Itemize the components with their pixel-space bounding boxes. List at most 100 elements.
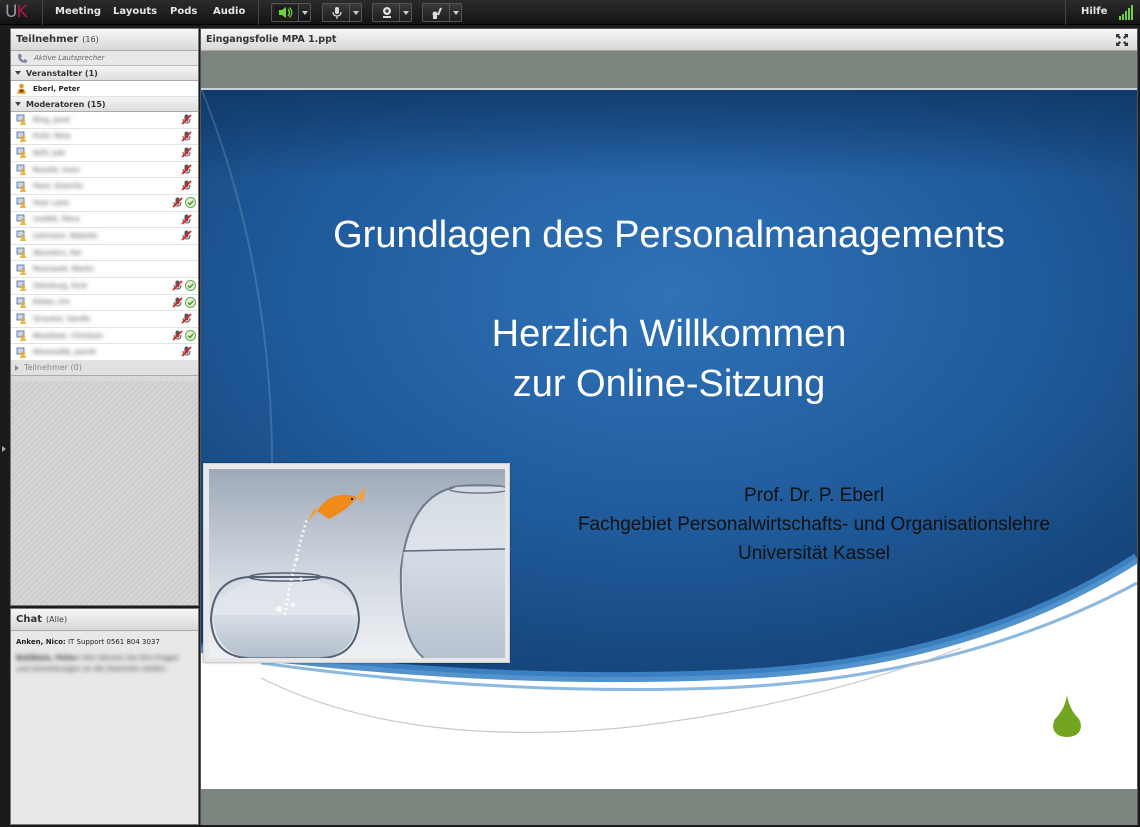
presenter-user-name: Haar Lane <box>33 198 69 207</box>
presenter-role-icon <box>16 264 26 275</box>
microphone-muted-icon <box>181 114 192 125</box>
presenter-user-row[interactable]: Ring, Jonel <box>11 112 198 129</box>
collapse-triangle-icon <box>15 71 21 75</box>
collapse-strip[interactable] <box>0 26 10 827</box>
help-menu[interactable]: Hilfe <box>1081 6 1107 17</box>
active-speakers-row: Aktive Lautsprecher <box>11 51 198 66</box>
chevron-down-icon <box>402 10 409 15</box>
fullscreen-icon[interactable] <box>1116 34 1128 46</box>
presenter-role-icon <box>16 330 26 342</box>
expand-triangle-icon <box>15 364 19 371</box>
raise-hand-button[interactable] <box>422 3 462 22</box>
menu-separator <box>258 0 259 25</box>
ready-check-icon <box>185 329 196 341</box>
presenter-user-row[interactable]: Strautes, Sandis <box>11 311 198 328</box>
active-speakers-label: Aktive Lautsprecher <box>34 54 105 62</box>
share-pod-title: Eingangsfolie MPA 1.ppt <box>206 34 337 45</box>
presenter-user-row[interactable]: Wunsters, Ral <box>11 244 198 262</box>
hosts-section-header[interactable]: Veranstalter (1) <box>11 66 198 81</box>
chevron-down-icon <box>301 10 308 15</box>
slide-title: Grundlagen des Personalmanagements <box>333 214 1005 256</box>
microphone-muted-icon <box>172 296 183 308</box>
webcam-button[interactable] <box>372 3 412 22</box>
hosts-section-label: Veranstalter (1) <box>26 68 98 78</box>
university-logo: UK <box>5 2 28 22</box>
presenter-role-icon <box>16 131 26 142</box>
presenter-user-name: Lehmann, Mabella <box>33 231 98 240</box>
presenter-user-row[interactable]: Frohl, Reta <box>11 128 198 146</box>
menu-meeting[interactable]: Meeting <box>55 6 101 17</box>
microphone-icon <box>325 5 349 20</box>
green-drop-logo <box>1053 695 1081 737</box>
menu-audio[interactable]: Audio <box>213 6 245 17</box>
adobe-connect-window: UK Meeting Layouts Pods Audio Hilfe Teil… <box>0 0 1140 827</box>
ready-check-icon <box>185 296 196 308</box>
chat-message: Anken, Nico: IT Support 0561 804 3037 <box>16 637 193 648</box>
share-pod-header: Eingangsfolie MPA 1.ppt <box>201 29 1137 51</box>
presenter-user-row[interactable]: Kiewa, Irm <box>11 294 198 312</box>
presenter-role-icon <box>16 347 26 358</box>
presenters-section-header[interactable]: Moderatoren (15) <box>11 97 198 112</box>
menu-separator <box>42 0 43 25</box>
attendee-pod: Teilnehmer (16) Aktive Lautsprecher Vera… <box>10 28 199 606</box>
speaker-button[interactable] <box>271 3 311 22</box>
raise-hand-icon <box>425 5 449 20</box>
presenter-role-icon <box>16 148 26 159</box>
participants-section-header[interactable]: Teilnehmer (0) <box>11 360 198 376</box>
presenter-user-name: Steinburg, Ferd <box>33 281 87 290</box>
chat-pod-header: Chat (Alle) <box>11 609 198 631</box>
presenter-role-icon <box>16 231 26 242</box>
chat-message: Bohlbam, Peter: Hier können Sie Ihre Fra… <box>16 653 193 675</box>
presenter-user-row[interactable]: Roselle, Sven <box>11 161 198 179</box>
presenter-role-icon <box>16 197 26 209</box>
menu-layouts[interactable]: Layouts <box>113 6 157 17</box>
presenter-user-row[interactable]: Lesdek, Mara <box>11 211 198 229</box>
presenter-list: Ring, Jonel Frohl, Reta Kohl, Jule Roselle,… <box>11 112 198 361</box>
chat-messages: Anken, Nico: IT Support 0561 804 3037 Bo… <box>11 631 198 681</box>
microphone-muted-icon <box>172 330 183 341</box>
presenter-role-icon <box>16 247 26 259</box>
microphone-button[interactable] <box>322 3 362 22</box>
collapse-triangle-icon <box>15 102 21 106</box>
presenter-role-icon <box>16 297 26 308</box>
speaker-dropdown[interactable] <box>298 4 310 21</box>
microphone-muted-icon <box>181 130 192 142</box>
presenter-user-row[interactable]: Rosmaedi, Martin <box>11 261 198 278</box>
microphone-muted-icon <box>181 346 192 357</box>
presenter-user-row[interactable]: Kohl, Jule <box>11 145 198 162</box>
microphone-muted-icon <box>172 280 183 291</box>
presenter-user-row[interactable]: Steinburg, Ferd <box>11 277 198 295</box>
presenter-user-row[interactable]: Haut, Stoenila <box>11 178 198 195</box>
microphone-muted-icon <box>181 164 192 175</box>
host-user-row[interactable]: Eberl, Peter <box>11 81 198 97</box>
attendee-list-empty-area <box>11 381 198 605</box>
microphone-muted-icon <box>172 197 183 208</box>
presenter-user-name: Wunsters, Ral <box>33 248 82 257</box>
attendee-count: (16) <box>82 35 99 44</box>
presenter-user-row[interactable]: Moosheer, Christian <box>11 327 198 345</box>
chat-scope[interactable]: (Alle) <box>46 615 67 624</box>
menu-bar: UK Meeting Layouts Pods Audio Hilfe <box>0 0 1140 25</box>
presenter-role-icon <box>16 114 26 126</box>
presenter-user-row[interactable]: Klesesedle, Jannik <box>11 344 198 361</box>
presenter-role-icon <box>16 314 26 325</box>
presenter-user-name: Frohl, Reta <box>33 132 71 141</box>
presenter-user-name: Kohl, Jule <box>33 148 66 157</box>
presenter-user-name: Klesesedle, Jannik <box>33 348 97 357</box>
raise-hand-dropdown[interactable] <box>449 4 461 21</box>
slide-author-department: Fachgebiet Personalwirtschafts- und Orga… <box>577 514 1051 535</box>
chevron-down-icon <box>352 10 359 15</box>
slide-author-name: Prof. Dr. P. Eberl <box>743 485 885 506</box>
presenters-section-label: Moderatoren (15) <box>26 99 106 109</box>
presenter-role-icon <box>16 280 26 292</box>
presenter-user-row[interactable]: Lehmann, Mabella <box>11 228 198 245</box>
host-user-name: Eberl, Peter <box>33 84 80 93</box>
chat-sender: Bohlbam, Peter: <box>16 654 80 662</box>
webcam-dropdown[interactable] <box>399 4 411 21</box>
microphone-dropdown[interactable] <box>349 4 361 21</box>
microphone-muted-icon <box>181 147 192 158</box>
ready-check-icon <box>185 279 196 291</box>
presenter-user-name: Lesdek, Mara <box>33 215 80 224</box>
presenter-user-row[interactable]: Haar Lane <box>11 194 198 212</box>
menu-pods[interactable]: Pods <box>170 6 197 17</box>
